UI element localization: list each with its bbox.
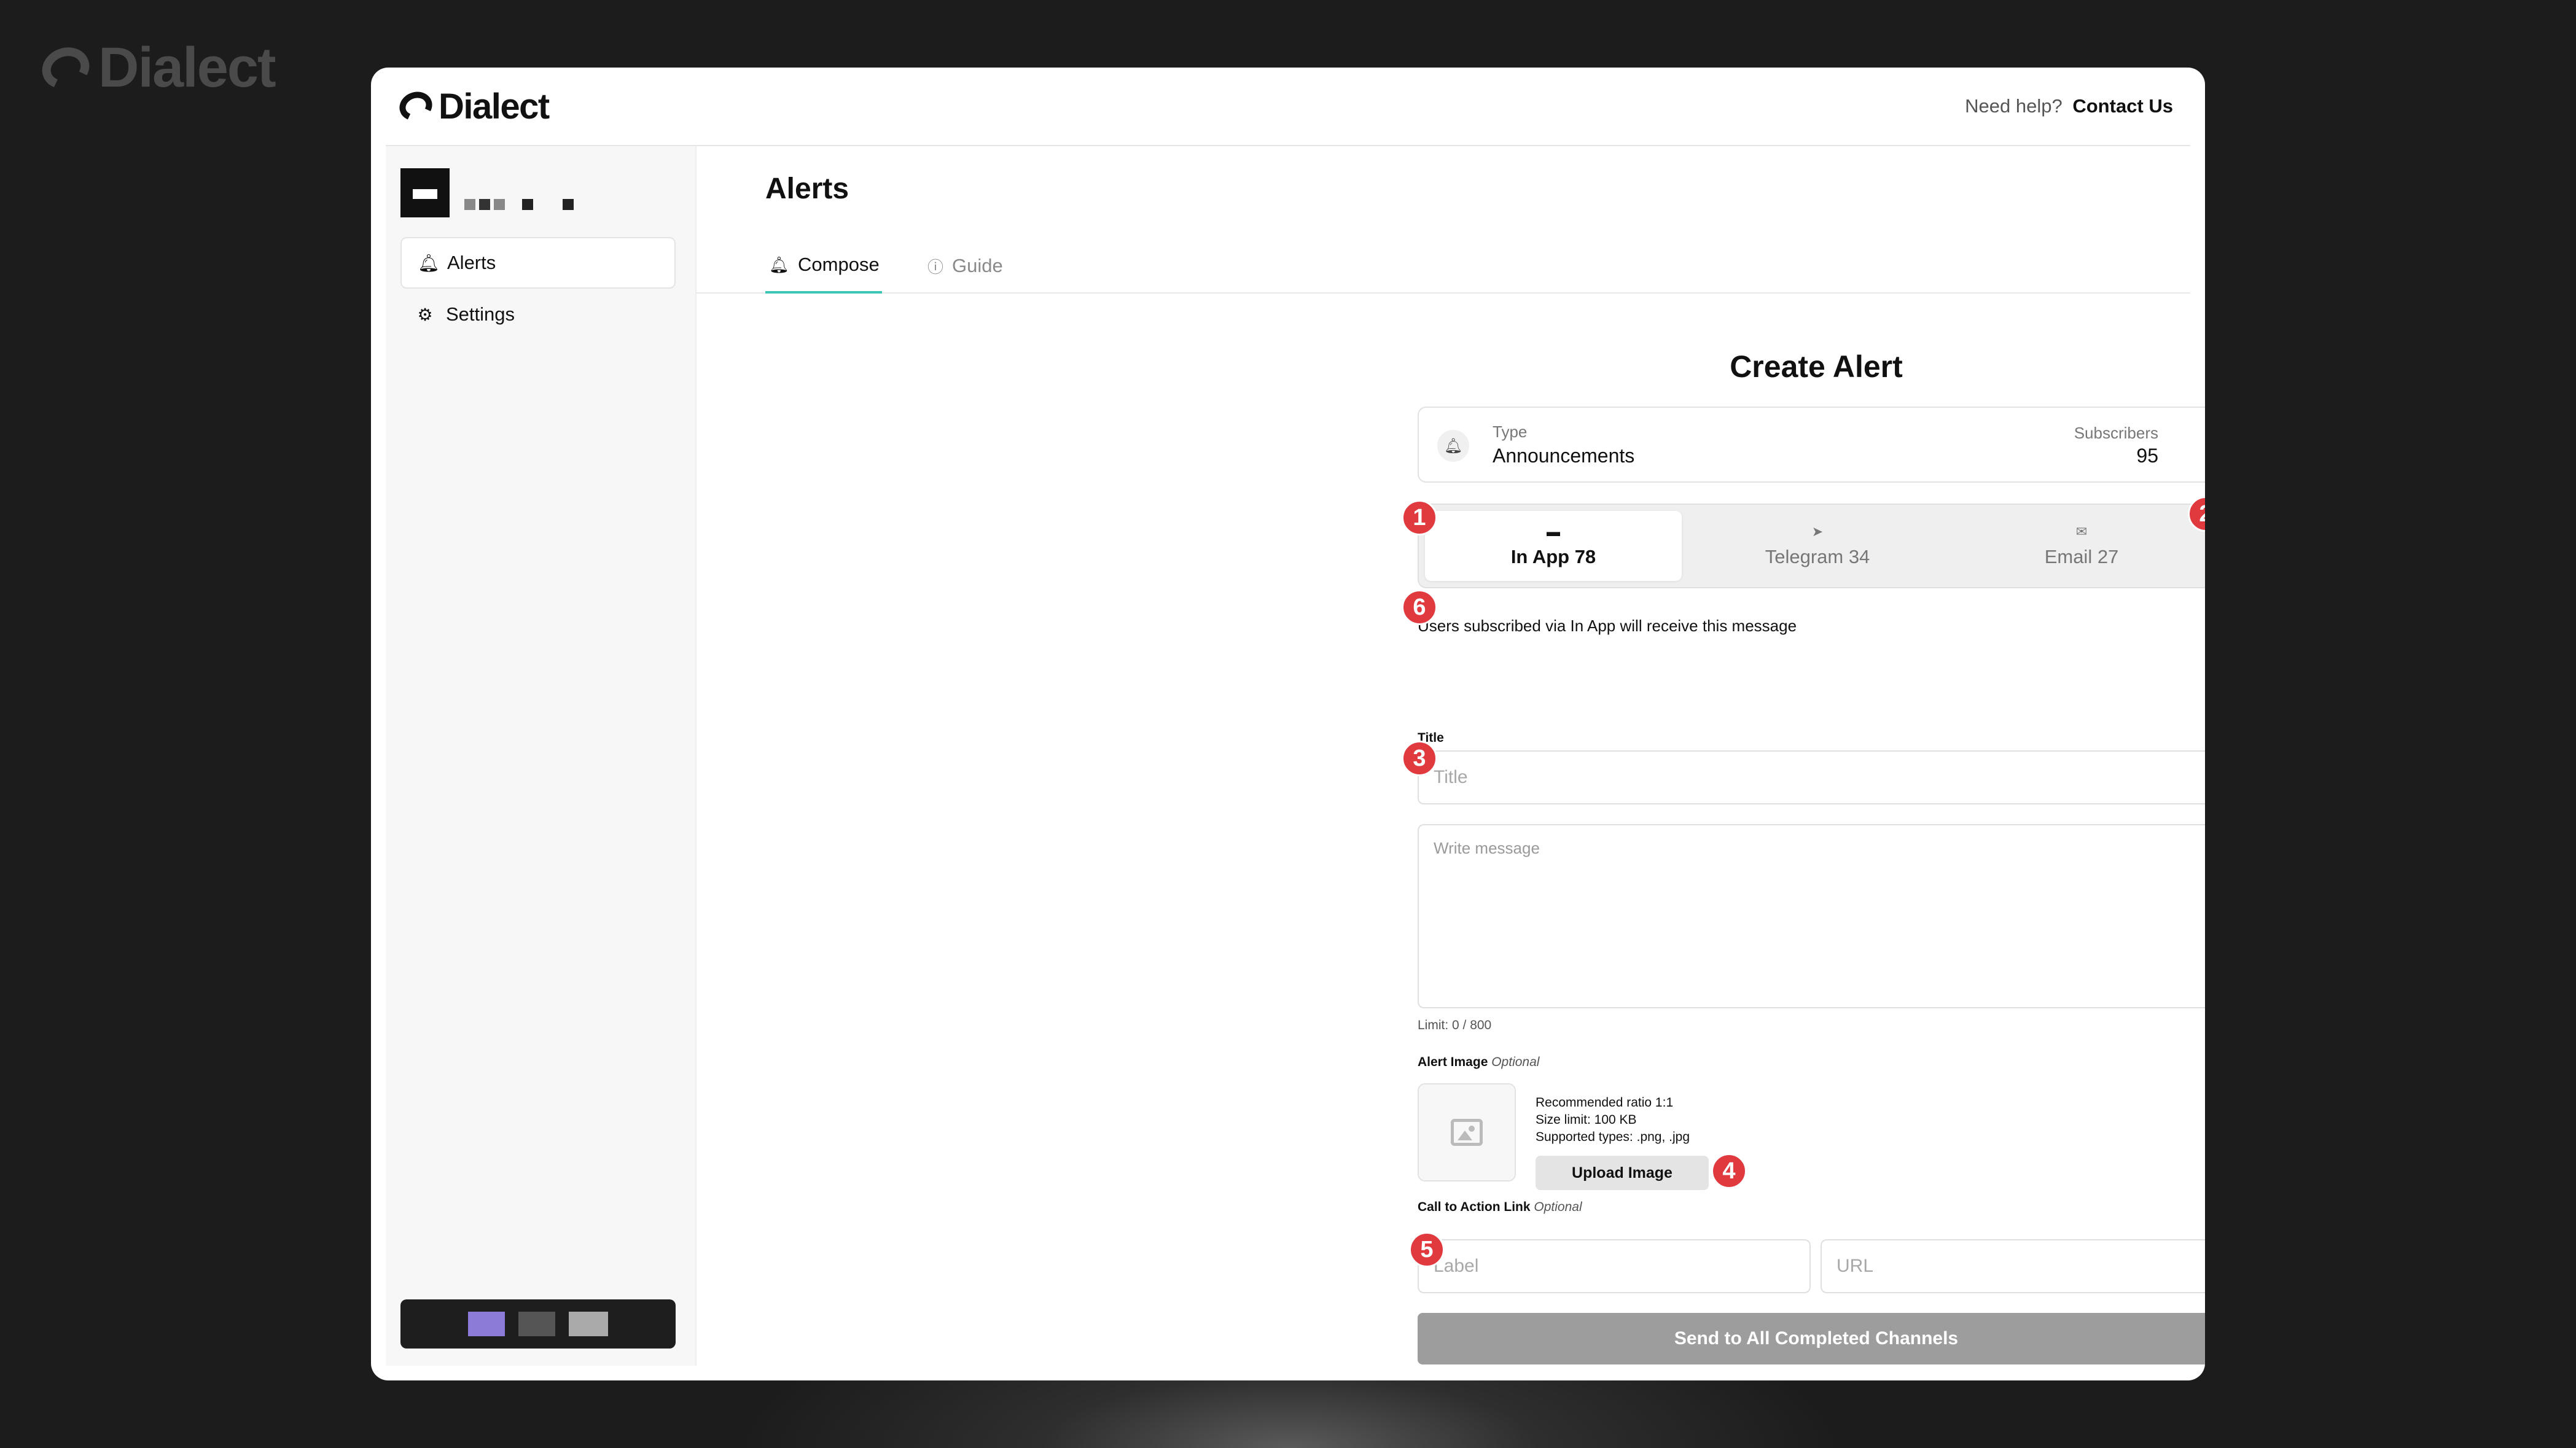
optional-tag: Optional (1491, 1055, 1540, 1069)
channel-note: Users subscribed via In App will receive… (1418, 617, 1797, 635)
channel-label: Email 27 (2044, 546, 2119, 567)
bell-icon: 🔔︎ (1437, 430, 1469, 462)
org-name-redacted (464, 199, 574, 217)
type-value: Announcements (1493, 445, 1635, 467)
send-icon: ➤ (1811, 524, 1824, 539)
cta-link-label: Call to Action Link Optional (1418, 1200, 1582, 1215)
upload-image-button[interactable]: Upload Image (1536, 1156, 1709, 1190)
sidebar-nav: 🔔︎ Alerts ⚙︎ Settings (400, 237, 676, 340)
tab-label: Guide (952, 255, 1003, 276)
optional-tag: Optional (1534, 1200, 1582, 1214)
bell-icon: 🔔︎ (769, 255, 790, 274)
image-preview[interactable] (1418, 1083, 1516, 1181)
background-brand: Dialect (98, 36, 276, 99)
page-title: Alerts (765, 173, 849, 205)
bell-icon: 🔔︎ (418, 253, 440, 273)
image-requirements: Recommended ratio 1:1 Size limit: 100 KB… (1536, 1094, 1690, 1146)
org-avatar (400, 168, 450, 217)
message-textarea[interactable] (1418, 824, 2205, 1008)
sidebar: 🔔︎ Alerts ⚙︎ Settings (386, 146, 697, 1366)
send-button[interactable]: Send to All Completed Channels (1418, 1313, 2205, 1364)
image-ratio-text: Recommended ratio 1:1 (1536, 1096, 1674, 1110)
cta-label-input[interactable] (1418, 1239, 1811, 1293)
subscribers-label: Subscribers (2074, 424, 2158, 442)
channel-selector: ▬ In App 78 ➤ Telegram 34 ✉︎ Email 27 (1418, 504, 2205, 588)
channel-in-app[interactable]: ▬ In App 78 (1425, 511, 1682, 581)
channel-label: In App 78 (1510, 546, 1596, 567)
help-text: Need help? Contact Us (1965, 95, 2173, 117)
brand-name: Dialect (439, 86, 550, 127)
wallet-button[interactable] (400, 1299, 676, 1349)
tab-bar: 🔔︎ Compose ⓘ Guide (697, 238, 2190, 294)
character-limit: Limit: 0 / 800 (1418, 1018, 1492, 1032)
sidebar-item-label: Settings (446, 303, 515, 325)
contact-us-link[interactable]: Contact Us (2072, 95, 2173, 117)
background-logo: Dialect (36, 36, 276, 100)
help-label: Need help? (1965, 95, 2063, 117)
dialect-logo-icon (395, 87, 437, 125)
main-content: Alerts 🔔︎ Compose ⓘ Guide Create Alert 🔔… (697, 146, 2205, 1366)
tab-label: Compose (798, 254, 880, 275)
sidebar-item-settings[interactable]: ⚙︎ Settings (400, 289, 676, 340)
alert-image-label-text: Alert Image (1418, 1055, 1488, 1069)
top-bar: Dialect Need help? Contact Us (386, 68, 2190, 146)
annotation-badge-4: 4 (1711, 1153, 1747, 1189)
alert-image-label: Alert Image Optional (1418, 1055, 1539, 1070)
channel-label: Telegram 34 (1765, 546, 1870, 567)
app-window: Dialect Need help? Contact Us 🔔︎ Alerts … (371, 68, 2205, 1380)
image-size-text: Size limit: 100 KB (1536, 1113, 1637, 1127)
annotation-badge-6: 6 (1402, 590, 1437, 625)
image-icon (1451, 1119, 1483, 1146)
tab-compose[interactable]: 🔔︎ Compose (765, 238, 882, 294)
sidebar-item-alerts[interactable]: 🔔︎ Alerts (400, 237, 676, 289)
form-heading: Create Alert (1730, 349, 1903, 384)
channel-email[interactable]: ✉︎ Email 27 (1953, 511, 2205, 581)
brand-logo[interactable]: Dialect (395, 86, 550, 127)
image-types-text: Supported types: .png, .jpg (1536, 1130, 1690, 1144)
info-icon: ⓘ (927, 257, 944, 276)
gear-icon: ⚙︎ (417, 305, 433, 324)
annotation-badge-5: 5 (1409, 1232, 1445, 1267)
alert-type-card[interactable]: 🔔︎ Type Announcements Subscribers 95 (1418, 407, 2205, 483)
dialect-logo-icon (36, 41, 95, 95)
channel-telegram[interactable]: ➤ Telegram 34 (1689, 511, 1946, 581)
cta-url-input[interactable] (1821, 1239, 2205, 1293)
sidebar-item-label: Alerts (447, 252, 496, 273)
annotation-badge-3: 3 (1402, 741, 1437, 776)
cta-link-label-text: Call to Action Link (1418, 1200, 1531, 1214)
type-label: Type (1493, 422, 1528, 441)
tab-guide[interactable]: ⓘ Guide (927, 238, 1003, 294)
title-input[interactable] (1418, 750, 2205, 804)
subscribers-count: 95 (2136, 445, 2158, 467)
annotation-badge-1: 1 (1402, 500, 1437, 535)
org-profile (400, 168, 574, 217)
mail-icon: ✉︎ (2075, 524, 2088, 539)
wallet-icon: ▬ (1547, 524, 1560, 539)
